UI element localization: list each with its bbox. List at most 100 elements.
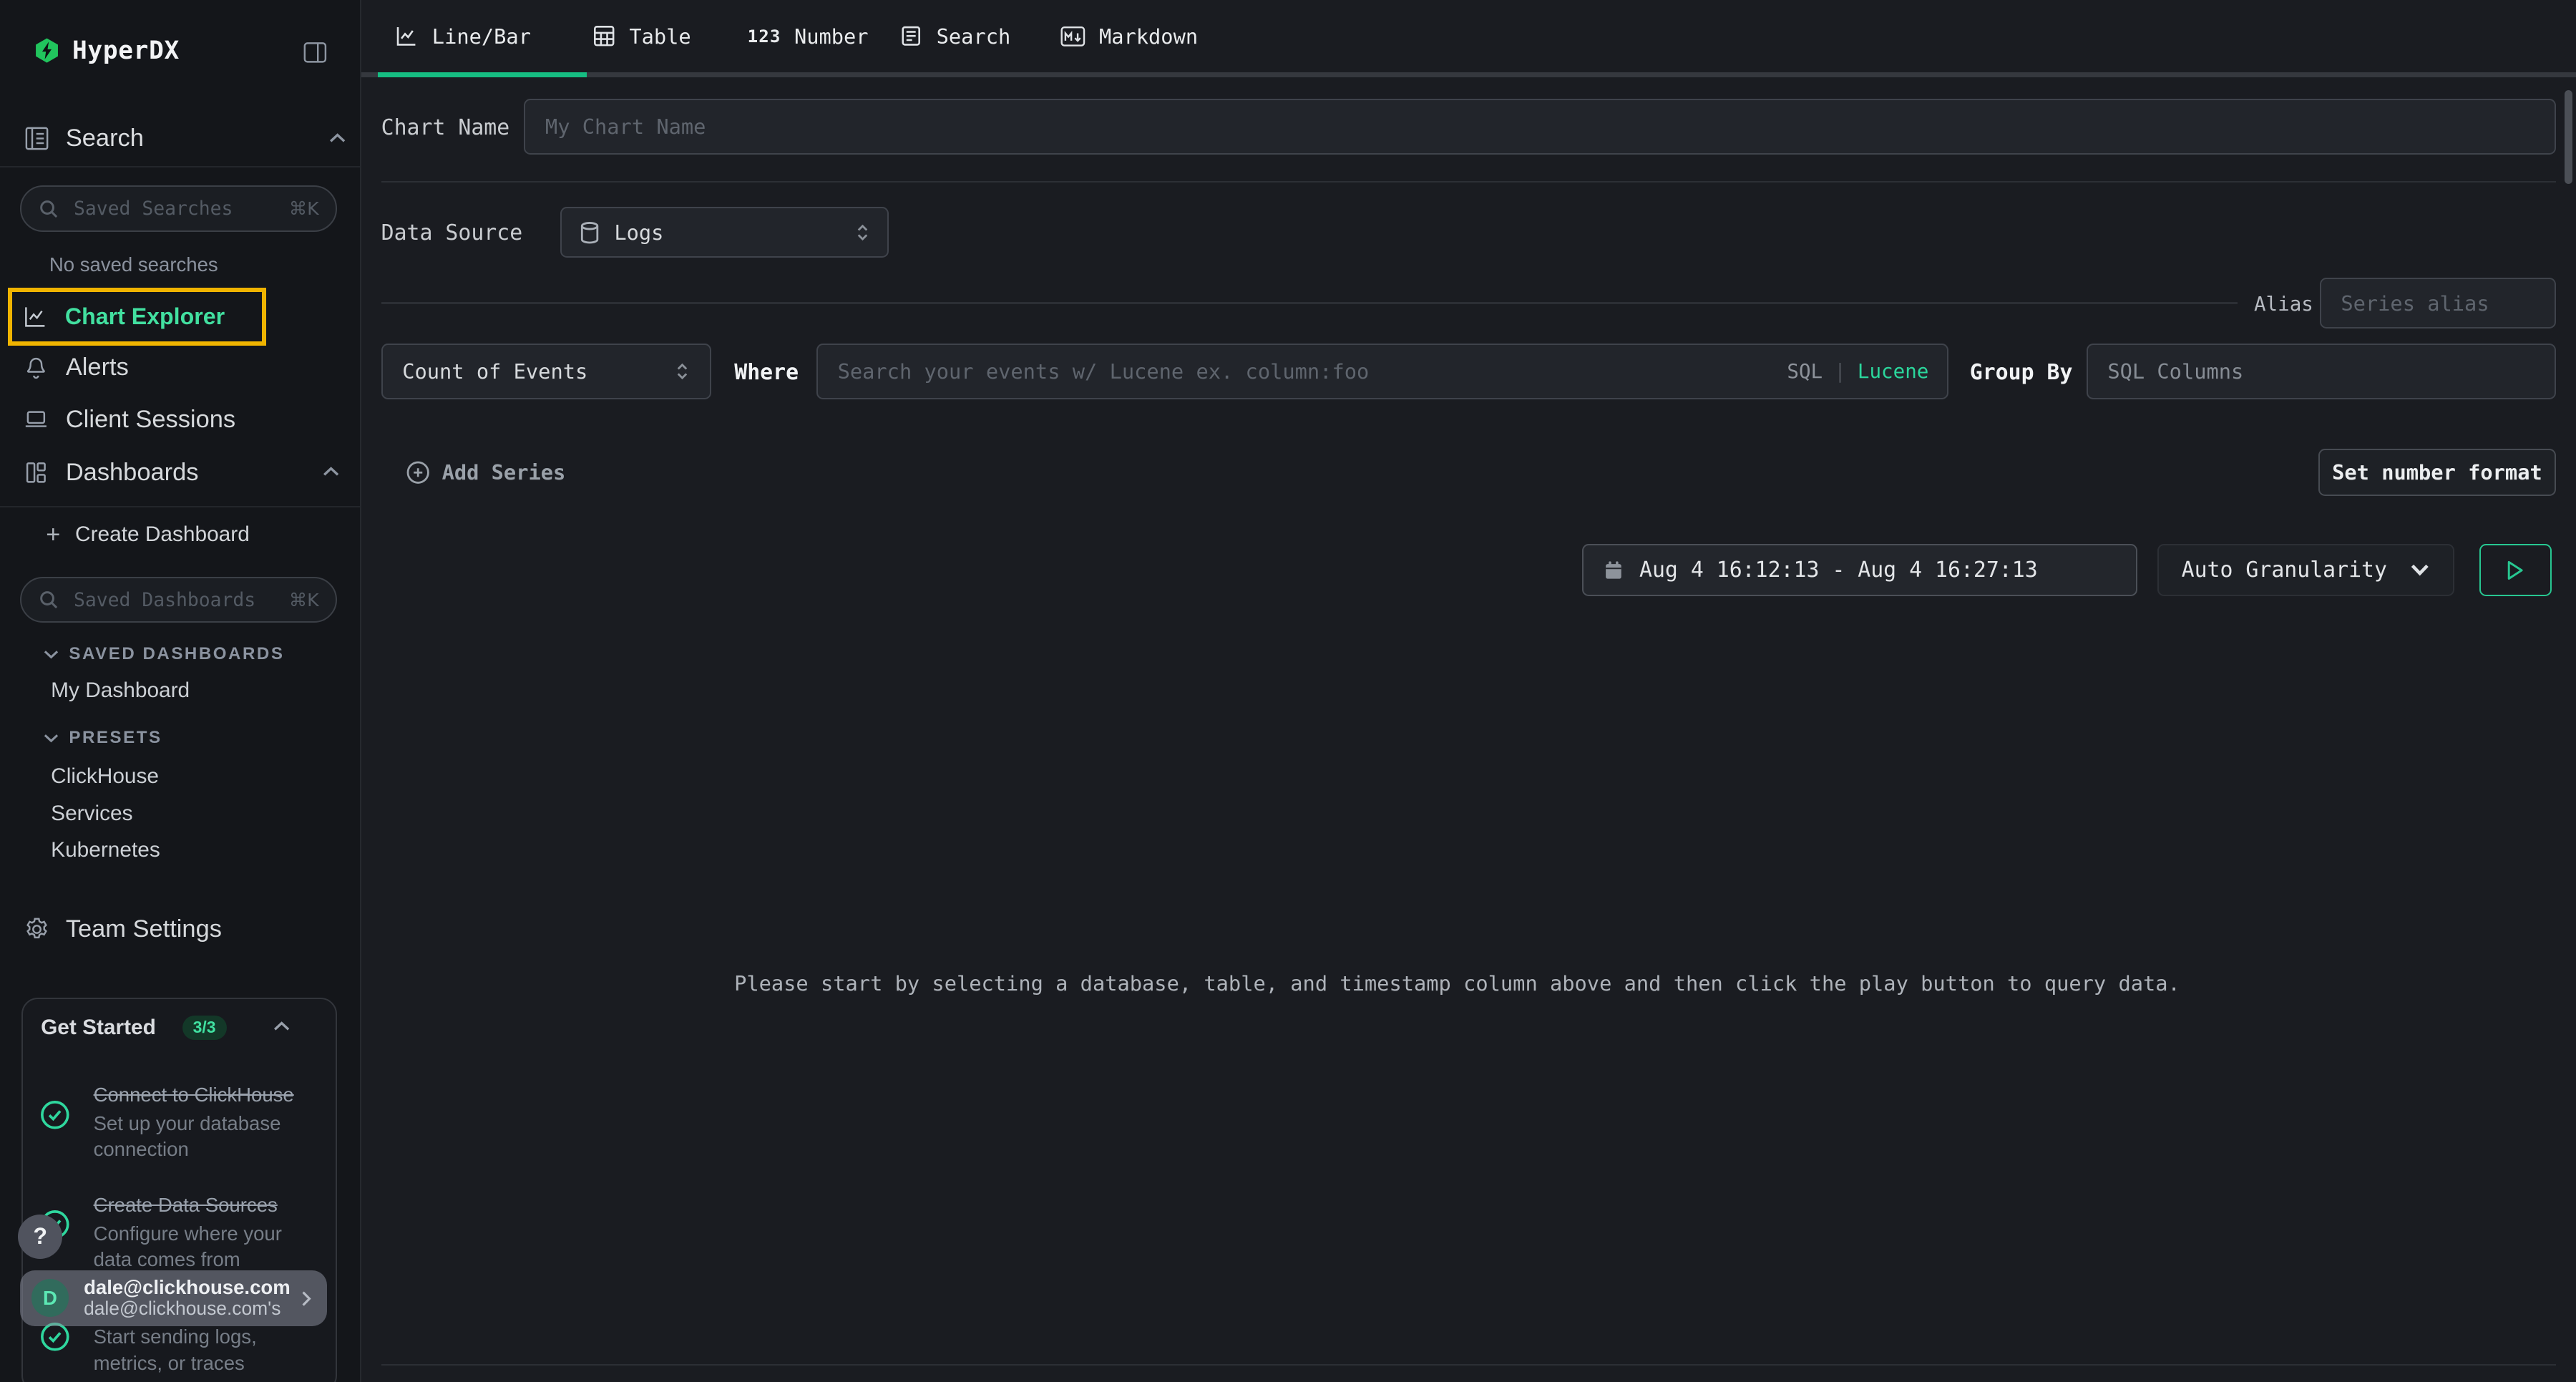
plus-circle-icon bbox=[406, 460, 430, 485]
sidebar-item-client-sessions[interactable]: Client Sessions bbox=[23, 406, 235, 434]
dashboard-grid-icon bbox=[23, 459, 49, 486]
data-source-value: Logs bbox=[614, 220, 663, 245]
chart-name-input[interactable] bbox=[524, 99, 2556, 155]
get-started-progress-badge: 3/3 bbox=[182, 1016, 227, 1040]
chevron-up-icon[interactable] bbox=[273, 1020, 291, 1033]
get-started-item[interactable]: Connect to ClickHouse Set up your databa… bbox=[94, 1081, 311, 1163]
sidebar-item-dashboards[interactable]: Dashboards bbox=[23, 459, 198, 487]
sidebar-item-search[interactable]: Search bbox=[66, 125, 144, 152]
saved-searches-search[interactable]: ⌘K bbox=[20, 185, 337, 231]
chart-explorer-label: Chart Explorer bbox=[65, 303, 225, 330]
get-started-item[interactable]: Create Data Sources Configure where your… bbox=[94, 1191, 311, 1273]
chevron-down-icon bbox=[43, 648, 59, 660]
calendar-icon bbox=[1603, 559, 1624, 582]
sql-lucene-toggle[interactable]: SQL | Lucene bbox=[1787, 344, 1928, 399]
set-number-format-button[interactable]: Set number format bbox=[2318, 449, 2557, 497]
create-dashboard-button[interactable]: + Create Dashboard bbox=[46, 522, 250, 547]
chart-type-tabbar: Line/Bar Table 123 Number Search bbox=[361, 0, 2576, 77]
granularity-select[interactable]: Auto Granularity bbox=[2157, 544, 2455, 596]
run-query-play-button[interactable] bbox=[2479, 544, 2552, 596]
sidebar-collapse-icon[interactable] bbox=[302, 39, 328, 66]
tab-table[interactable]: Table bbox=[592, 0, 691, 72]
group-by-input[interactable] bbox=[2087, 344, 2557, 399]
avatar: D bbox=[31, 1279, 69, 1317]
add-series-button[interactable]: Add Series bbox=[406, 460, 565, 485]
client-sessions-label: Client Sessions bbox=[66, 406, 235, 434]
chevron-updown-icon bbox=[854, 222, 871, 243]
lucene-option[interactable]: Lucene bbox=[1858, 360, 1929, 383]
hyperdx-logo-icon bbox=[33, 37, 61, 64]
chart-name-label: Chart Name bbox=[381, 115, 510, 140]
data-source-label: Data Source bbox=[381, 220, 523, 245]
document-list-icon bbox=[899, 24, 923, 48]
user-email: dale@clickhouse.com bbox=[84, 1277, 291, 1298]
app-title: HyperDX bbox=[72, 37, 180, 65]
divider bbox=[381, 1364, 2557, 1366]
time-range-picker[interactable]: Aug 4 16:12:13 - Aug 4 16:27:13 bbox=[1582, 544, 2137, 596]
task-description: Configure where your data comes from bbox=[94, 1221, 311, 1273]
divider bbox=[381, 181, 2557, 183]
create-dashboard-label: Create Dashboard bbox=[75, 522, 250, 547]
user-org: dale@clickhouse.com's bbox=[84, 1298, 291, 1320]
sidebar-item-clickhouse[interactable]: ClickHouse bbox=[51, 764, 159, 789]
chevron-updown-icon bbox=[674, 361, 691, 382]
gear-icon bbox=[23, 915, 51, 943]
markdown-icon bbox=[1060, 26, 1086, 47]
tab-number[interactable]: 123 Number bbox=[748, 0, 869, 72]
chevron-down-icon bbox=[43, 732, 59, 744]
tabbar-underline bbox=[361, 72, 2576, 77]
presets-section-header[interactable]: PRESETS bbox=[43, 728, 162, 748]
plus-icon: + bbox=[46, 522, 60, 547]
sidebar-item-my-dashboard[interactable]: My Dashboard bbox=[51, 678, 190, 703]
where-input-wrap: SQL | Lucene bbox=[816, 344, 1948, 399]
task-title: Create Data Sources bbox=[94, 1191, 311, 1219]
main-content: Line/Bar Table 123 Number Search bbox=[361, 0, 2576, 1382]
task-description: Start sending logs, metrics, or traces bbox=[94, 1324, 311, 1376]
chevron-up-icon[interactable] bbox=[322, 465, 340, 478]
saved-dashboards-search[interactable]: ⌘K bbox=[20, 577, 337, 623]
line-chart-icon bbox=[22, 303, 49, 330]
user-account-chip[interactable]: D dale@clickhouse.com dale@clickhouse.co… bbox=[20, 1270, 327, 1326]
sidebar-item-kubernetes[interactable]: Kubernetes bbox=[51, 838, 160, 862]
dashboards-label: Dashboards bbox=[66, 459, 199, 487]
search-icon bbox=[38, 589, 59, 610]
tab-markdown[interactable]: Markdown bbox=[1060, 0, 1198, 72]
sidebar-item-services[interactable]: Services bbox=[51, 802, 132, 826]
task-title: Connect to ClickHouse bbox=[94, 1081, 311, 1109]
tab-search[interactable]: Search bbox=[899, 0, 1010, 72]
shortcut-badge: ⌘K bbox=[289, 590, 319, 610]
chevron-down-icon bbox=[2410, 563, 2430, 576]
series-divider bbox=[381, 302, 2238, 303]
search-section-icon bbox=[23, 125, 51, 152]
aggregation-value: Count of Events bbox=[402, 359, 587, 384]
chevron-right-icon bbox=[301, 1290, 312, 1308]
where-label: Where bbox=[734, 360, 799, 385]
sidebar-item-team-settings[interactable]: Team Settings bbox=[23, 915, 222, 943]
table-icon bbox=[592, 24, 616, 48]
get-started-title: Get Started bbox=[41, 1016, 156, 1040]
sql-option[interactable]: SQL bbox=[1787, 360, 1823, 383]
saved-searches-input[interactable] bbox=[70, 196, 277, 222]
group-by-label: Group By bbox=[1970, 360, 2073, 385]
aggregation-select[interactable]: Count of Events bbox=[381, 344, 711, 399]
where-input[interactable] bbox=[816, 344, 1948, 399]
tab-line-bar[interactable]: Line/Bar bbox=[394, 0, 531, 72]
chevron-up-icon[interactable] bbox=[328, 132, 346, 145]
get-started-item[interactable]: Start sending logs, metrics, or traces bbox=[94, 1323, 311, 1377]
scrollbar-thumb[interactable] bbox=[2565, 90, 2572, 184]
play-icon bbox=[2506, 560, 2524, 581]
sidebar-item-alerts[interactable]: Alerts bbox=[23, 354, 129, 381]
divider bbox=[0, 166, 360, 167]
bell-icon bbox=[23, 354, 49, 381]
saved-dashboards-input[interactable] bbox=[70, 587, 277, 613]
alerts-label: Alerts bbox=[66, 354, 129, 381]
saved-dashboards-section-header[interactable]: SAVED DASHBOARDS bbox=[43, 644, 285, 664]
active-tab-indicator bbox=[378, 72, 587, 77]
data-source-select[interactable]: Logs bbox=[560, 207, 889, 258]
shortcut-badge: ⌘K bbox=[289, 198, 319, 219]
task-description: Set up your database connection bbox=[94, 1111, 311, 1163]
help-button[interactable]: ? bbox=[18, 1215, 62, 1259]
sidebar-item-chart-explorer[interactable]: Chart Explorer bbox=[8, 288, 266, 346]
check-circle-icon bbox=[39, 1099, 71, 1131]
alias-input[interactable] bbox=[2320, 278, 2557, 329]
